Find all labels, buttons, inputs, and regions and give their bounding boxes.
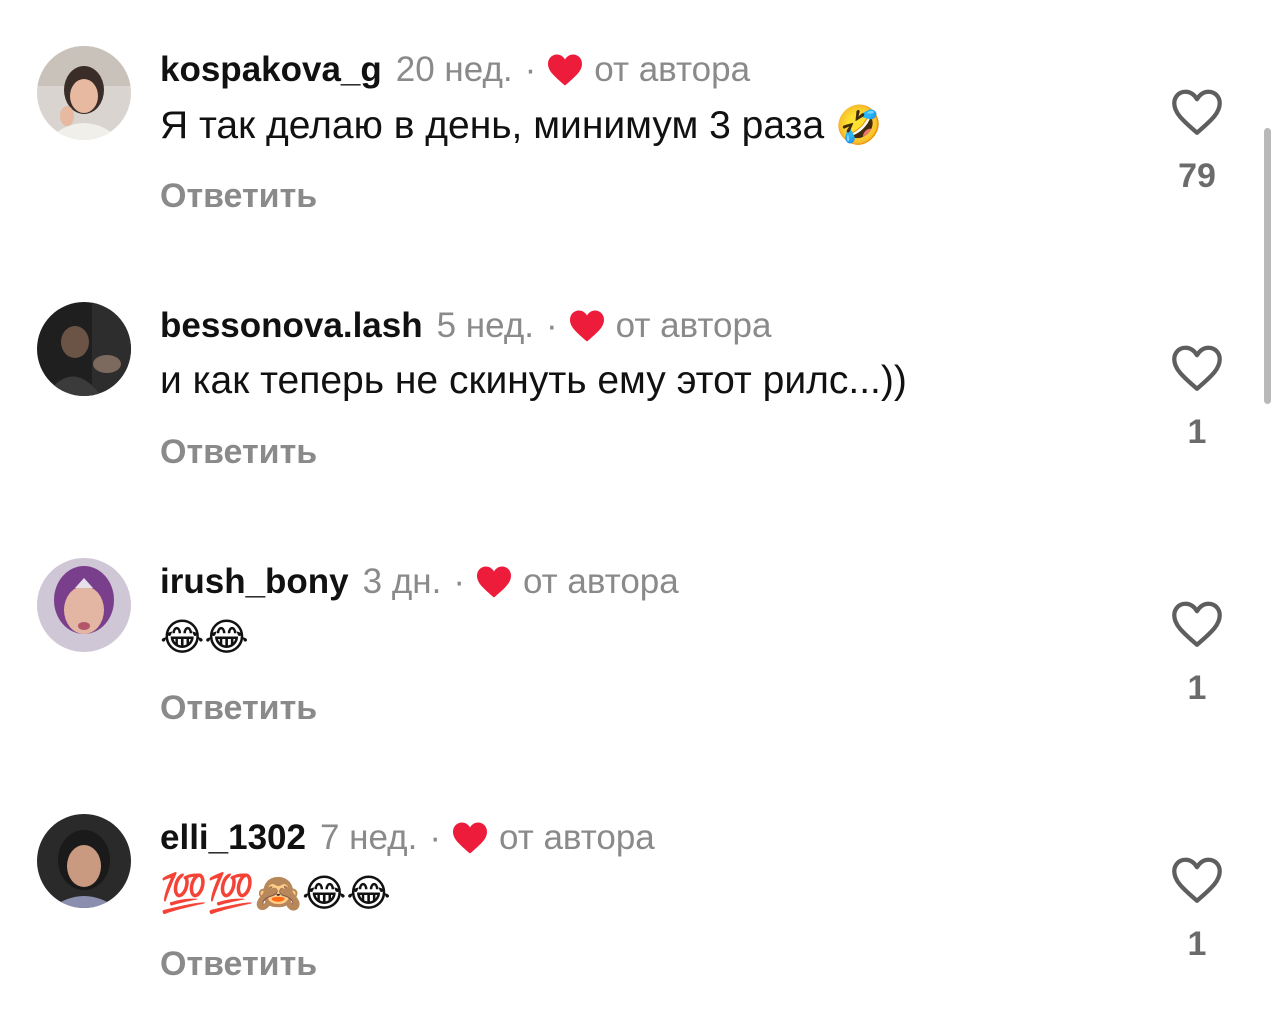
comment-meta: kospakova_g 20 нед. · от автора (160, 48, 750, 92)
comment-text-row: и как теперь не скинуть ему этот рилс...… (160, 356, 907, 406)
meta-separator: · (453, 562, 465, 601)
reply-button[interactable]: Ответить (160, 174, 317, 218)
comment-item: kospakova_g 20 нед. · от автора Я так де… (0, 46, 1280, 246)
like-count: 1 (1187, 669, 1207, 707)
comment-username[interactable]: bessonova.lash (160, 304, 423, 348)
like-heart-icon[interactable] (1170, 343, 1224, 393)
comment-item: bessonova.lash 5 нед. · от автора и как … (0, 302, 1280, 502)
comment-username[interactable]: kospakova_g (160, 48, 382, 92)
comment-item: irush_bony 3 дн. · от автора 😂😂 Ответить… (0, 558, 1280, 758)
from-author-label: от автора (615, 306, 772, 345)
author-liked-heart-icon (451, 821, 489, 855)
avatar[interactable] (37, 814, 131, 908)
comment-emoji: 💯💯🙈😂😂 (160, 871, 391, 915)
like-count: 79 (1178, 157, 1216, 195)
comment-emoji: 🤣 (835, 103, 883, 147)
like-heart-icon[interactable] (1170, 855, 1224, 905)
like-heart-icon[interactable] (1170, 599, 1224, 649)
comment-text: и как теперь не скинуть ему этот рилс...… (160, 359, 907, 402)
comment-text-row: 💯💯🙈😂😂 (160, 868, 391, 919)
comment-meta: irush_bony 3 дн. · от автора (160, 560, 679, 604)
reply-button[interactable]: Ответить (160, 430, 317, 474)
comment-time: 3 дн. (362, 562, 442, 601)
from-author-label: от автора (594, 50, 751, 89)
comment-item: elli_1302 7 нед. · от автора 💯💯🙈😂😂 Ответ… (0, 814, 1280, 1014)
reply-button[interactable]: Ответить (160, 942, 317, 986)
scrollbar[interactable] (1264, 128, 1271, 404)
comment-time: 20 нед. (395, 50, 513, 89)
like-count: 1 (1187, 925, 1207, 963)
avatar[interactable] (37, 302, 131, 396)
comment-username[interactable]: elli_1302 (160, 816, 306, 860)
author-liked-heart-icon (475, 565, 513, 599)
comment-time: 7 нед. (319, 818, 418, 857)
comment-text-row: Я так делаю в день, минимум 3 раза 🤣 (160, 100, 882, 151)
comment-emoji: 😂😂 (160, 615, 249, 659)
author-liked-heart-icon (568, 309, 606, 343)
comment-time: 5 нед. (436, 306, 534, 345)
comment-text: Я так делаю в день, минимум 3 раза (160, 104, 825, 147)
from-author-label: от автора (499, 818, 655, 857)
from-author-label: от автора (522, 562, 679, 601)
comment-text-row: 😂😂 (160, 612, 249, 663)
reply-button[interactable]: Ответить (160, 686, 317, 730)
comment-meta: elli_1302 7 нед. · от автора (160, 816, 655, 860)
avatar[interactable] (37, 558, 131, 652)
like-count: 1 (1187, 413, 1207, 451)
avatar[interactable] (37, 46, 131, 140)
meta-separator: · (429, 818, 441, 857)
comment-username[interactable]: irush_bony (160, 560, 349, 604)
comments-list: kospakova_g 20 нед. · от автора Я так де… (0, 0, 1280, 1007)
author-liked-heart-icon (546, 53, 584, 87)
like-heart-icon[interactable] (1170, 87, 1224, 137)
meta-separator: · (524, 50, 537, 89)
meta-separator: · (545, 306, 558, 345)
comment-meta: bessonova.lash 5 нед. · от автора (160, 304, 771, 348)
